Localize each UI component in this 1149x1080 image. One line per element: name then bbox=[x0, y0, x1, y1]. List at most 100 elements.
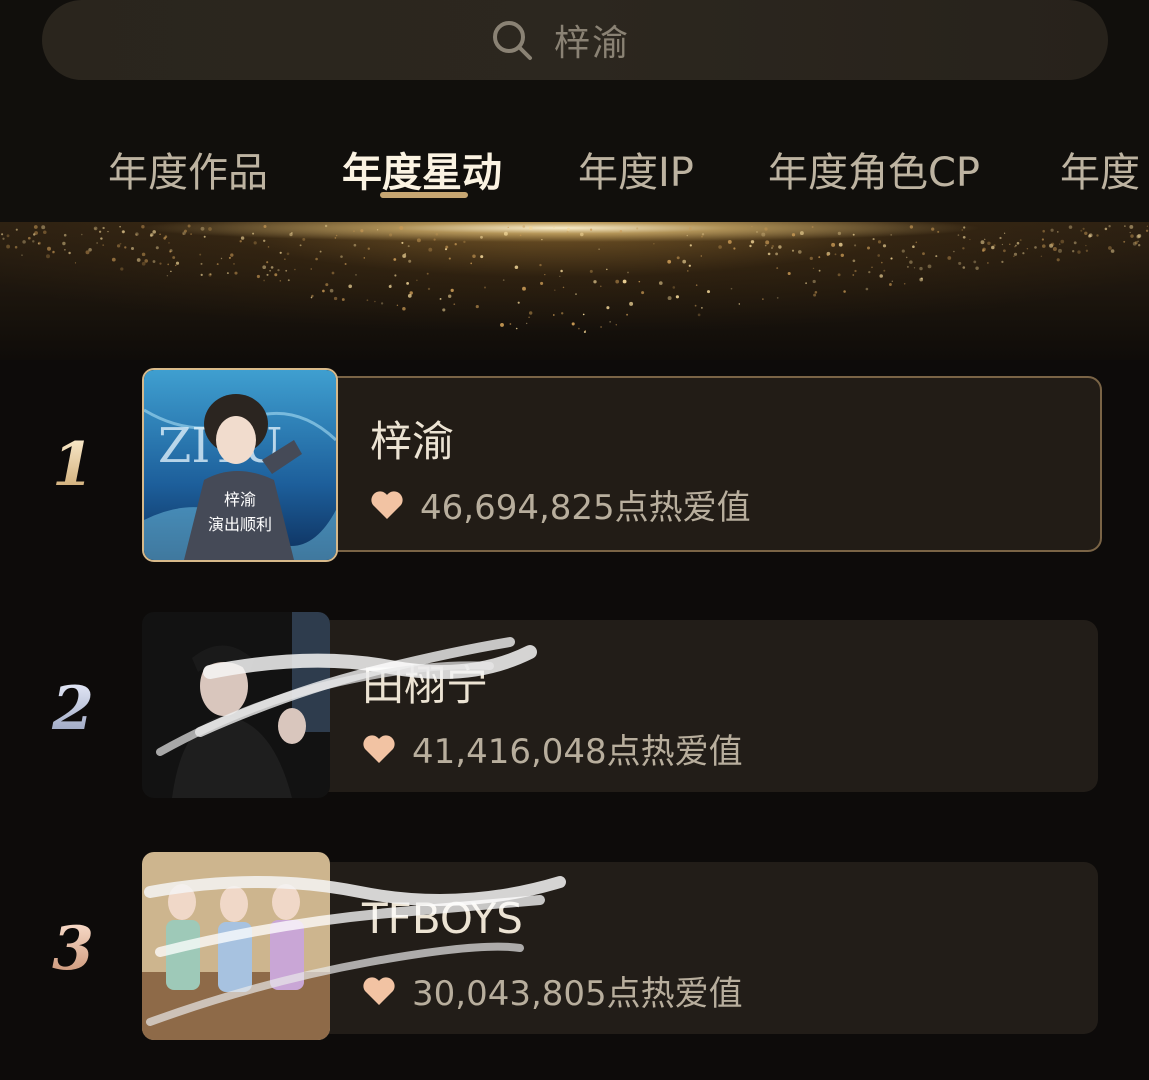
sparkle-dot bbox=[141, 261, 146, 266]
sparkle-dot bbox=[1060, 239, 1065, 244]
sparkle-dot bbox=[653, 243, 655, 245]
sparkle-dot bbox=[164, 235, 168, 238]
sparkle-dot bbox=[1058, 248, 1062, 253]
sparkle-dot bbox=[881, 261, 883, 264]
sparkle-dot bbox=[582, 313, 585, 316]
sparkle-dot bbox=[407, 245, 410, 248]
active-tab-indicator bbox=[380, 192, 468, 198]
tab-annual-role-cp[interactable]: 年度角色CP bbox=[768, 140, 980, 198]
sparkle-dot bbox=[234, 271, 238, 275]
sparkle-dot bbox=[199, 253, 202, 256]
sparkle-dot bbox=[787, 271, 791, 276]
sparkle-dot bbox=[962, 247, 965, 250]
ranking-row-3[interactable]: 3 TFBOYS 30,043,805点热爱值 bbox=[0, 852, 1149, 1042]
sparkle-dot bbox=[1085, 249, 1089, 252]
sparkle-dot bbox=[689, 244, 692, 247]
sparkle-dot bbox=[1096, 234, 1099, 237]
sparkle-dot bbox=[852, 274, 855, 276]
search-icon bbox=[492, 21, 532, 60]
sparkle-dot bbox=[1042, 229, 1045, 233]
sparkle-dot bbox=[463, 240, 466, 244]
sparkle-dot bbox=[344, 262, 347, 266]
sparkle-dot bbox=[749, 244, 752, 248]
sparkle-dot bbox=[1009, 243, 1011, 245]
sparkle-dot bbox=[152, 260, 156, 263]
sparkle-dot bbox=[1004, 232, 1006, 234]
sparkle-dot bbox=[470, 262, 473, 265]
sparkle-dot bbox=[1077, 250, 1081, 254]
sparkle-dot bbox=[240, 236, 245, 240]
sparkle-dot bbox=[526, 322, 528, 325]
sparkle-dot bbox=[329, 288, 334, 293]
sparkle-dot bbox=[687, 270, 689, 272]
tab-annual-ip[interactable]: 年度IP bbox=[578, 140, 694, 198]
sparkle-dot bbox=[406, 281, 410, 285]
sparkle-dot bbox=[738, 303, 741, 305]
sparkle-dot bbox=[553, 226, 555, 228]
sparkle-dot bbox=[172, 256, 176, 259]
sparkle-dot bbox=[567, 227, 570, 231]
sparkle-dot bbox=[935, 255, 938, 258]
sparkle-dot bbox=[980, 240, 985, 245]
search-bar[interactable]: 梓渝 bbox=[42, 0, 1108, 80]
tab-annual-works[interactable]: 年度作品 bbox=[108, 140, 268, 198]
sparkle-dot bbox=[46, 254, 50, 259]
sparkle-dot bbox=[541, 238, 543, 241]
sparkle-dot bbox=[522, 286, 526, 291]
sparkle-dot bbox=[879, 274, 883, 278]
love-value: 41,416,048点热爱值 bbox=[362, 724, 743, 773]
ranking-row-1[interactable]: 1 ZIYU 梓渝 演出顺利 梓渝 46,69 bbox=[0, 368, 1149, 562]
header-area: 梓渝 年度作品 年度星动 年度IP 年度角色CP 年度 bbox=[0, 0, 1149, 360]
sparkle-dot bbox=[818, 269, 821, 272]
sparkle-dot bbox=[74, 262, 77, 264]
sparkle-dot bbox=[877, 254, 881, 257]
sparkle-dot bbox=[1134, 241, 1138, 245]
sparkle-dot bbox=[1080, 229, 1083, 232]
sparkle-dot bbox=[203, 235, 206, 238]
sparkle-dot bbox=[41, 225, 46, 230]
sparkle-dot bbox=[764, 227, 768, 231]
sparkle-dot bbox=[360, 229, 364, 233]
sparkle-dot bbox=[937, 230, 940, 233]
sparkle-dot bbox=[279, 251, 282, 254]
sparkle-dot bbox=[394, 274, 397, 277]
sparkle-dot bbox=[579, 232, 584, 237]
sparkle-dot bbox=[168, 242, 170, 244]
tab-annual-more[interactable]: 年度 bbox=[1060, 140, 1140, 198]
sparkle-dot bbox=[100, 237, 103, 240]
sparkle-dot bbox=[1052, 247, 1057, 251]
sparkle-dot bbox=[701, 233, 705, 236]
sparkle-dot bbox=[68, 251, 71, 255]
sparkle-dot bbox=[122, 230, 125, 233]
sparkle-dot bbox=[325, 283, 329, 287]
sparkle-dot bbox=[1129, 224, 1134, 229]
sparkle-dot bbox=[962, 266, 966, 269]
sparkle-dot bbox=[667, 296, 672, 301]
sparkle-dot bbox=[85, 250, 90, 255]
sparkle-dot bbox=[266, 261, 269, 264]
sparkle-dot bbox=[981, 249, 985, 252]
sparkle-dot bbox=[909, 260, 913, 264]
sparkle-dot bbox=[416, 279, 418, 282]
category-tabs: 年度作品 年度星动 年度IP 年度角色CP 年度 bbox=[0, 130, 1149, 210]
sparkle-dot bbox=[552, 314, 555, 316]
sparkle-dot bbox=[200, 226, 205, 231]
sparkle-dot bbox=[1040, 255, 1043, 257]
sparkle-dot bbox=[187, 224, 191, 228]
sparkle-dot bbox=[1034, 246, 1037, 249]
sparkle-dot bbox=[686, 234, 688, 237]
sparkle-dot bbox=[852, 259, 856, 263]
sparkle-dot bbox=[575, 293, 577, 295]
sparkle-dot bbox=[367, 247, 370, 250]
sparkle-dot bbox=[21, 254, 23, 256]
sparkle-dot bbox=[480, 235, 483, 239]
sparkle-dot bbox=[402, 306, 406, 311]
sparkle-dot bbox=[263, 239, 266, 242]
sparkle-dot bbox=[484, 286, 486, 289]
ranking-row-2[interactable]: 2 田栩宁 41,416,048点热爱值 bbox=[0, 612, 1149, 798]
search-input-text[interactable]: 梓渝 bbox=[554, 14, 630, 66]
tab-annual-stars[interactable]: 年度星动 bbox=[342, 140, 502, 198]
sparkle-dot bbox=[111, 257, 116, 262]
sparkle-dot bbox=[1056, 258, 1060, 262]
sparkle-dot bbox=[366, 299, 369, 302]
